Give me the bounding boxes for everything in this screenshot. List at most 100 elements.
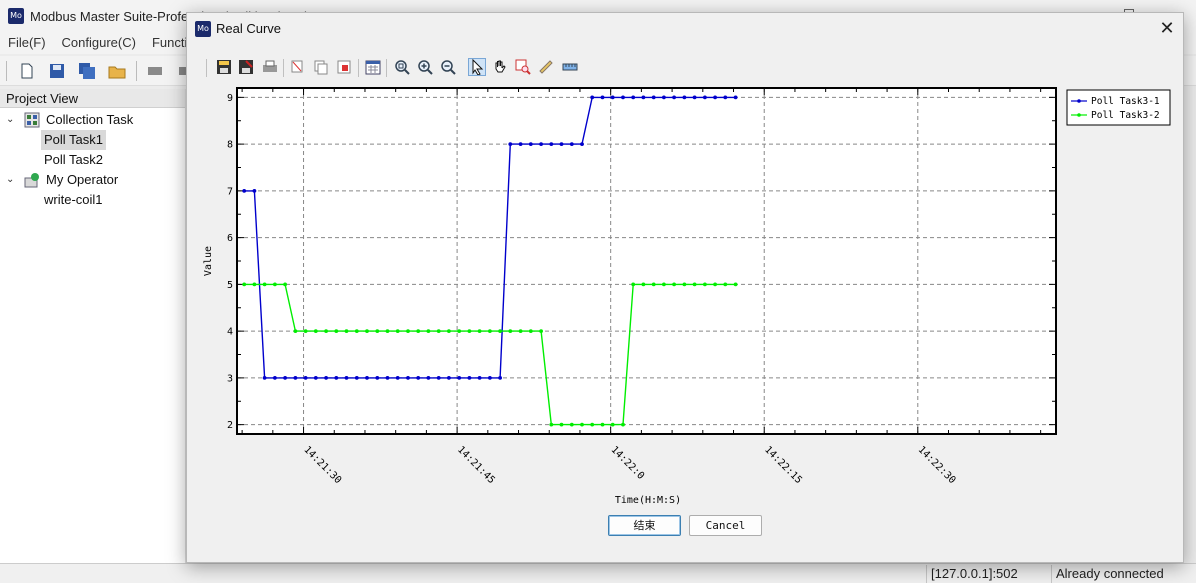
series-2-point [518, 329, 523, 333]
calendar-icon[interactable] [364, 58, 382, 76]
y-tick-label: 9 [227, 93, 233, 104]
tree-item-label: My Operator [46, 172, 119, 187]
tree-item-poll-task2[interactable]: Poll Task2 [0, 150, 186, 170]
chevron-down-icon[interactable]: ⌄ [6, 170, 18, 190]
series-2-point [385, 329, 390, 333]
scale-icon[interactable] [561, 58, 579, 76]
pointer-icon[interactable] [468, 58, 486, 76]
y-tick-label: 7 [227, 186, 233, 197]
tree-item-label: write-coil1 [44, 192, 103, 207]
save-data-icon[interactable] [215, 58, 233, 76]
zoom-out-icon[interactable] [439, 58, 457, 76]
series-1-point [651, 95, 656, 100]
series-2-point [354, 329, 359, 333]
series-1-point [313, 376, 318, 380]
tree-item-label: Poll Task1 [41, 130, 107, 150]
real-curve-chart[interactable]: 2 3 4 5 6 7 8 9 14:21:30 14:21:45 14:22:0 14:22:15 1… [187, 83, 1183, 513]
tree-item-poll-task1[interactable]: Poll Task1 [0, 130, 186, 150]
series-2-point [344, 329, 349, 333]
series-1-point [293, 376, 298, 380]
series-1-point [324, 376, 328, 380]
tree-item-write-coil1[interactable]: write-coil1 [0, 190, 186, 210]
series-2-point [610, 422, 615, 427]
series-1-point [477, 376, 482, 380]
series-1-point [447, 376, 451, 380]
duplicate-icon[interactable] [312, 58, 330, 76]
open-folder-icon[interactable] [108, 62, 126, 80]
series-2-point [293, 329, 298, 333]
connect-icon[interactable] [146, 62, 164, 80]
series-2-point [672, 282, 676, 287]
chevron-down-icon[interactable]: ⌄ [6, 110, 18, 130]
close-icon[interactable]: ✕ [1155, 17, 1179, 41]
new-file-icon[interactable] [18, 62, 36, 80]
series-1-point [682, 95, 687, 100]
series-2-point [283, 282, 287, 287]
cancel-button[interactable]: Cancel [689, 515, 762, 536]
series-1-point [590, 95, 595, 100]
series-1-point [385, 376, 390, 380]
series-1-point [508, 142, 513, 146]
status-connection: Already connected [1051, 565, 1196, 583]
save-icon[interactable] [48, 62, 66, 80]
save-image-icon[interactable] [237, 58, 255, 76]
save-all-icon[interactable] [78, 62, 96, 80]
x-tick-label: 14:22:15 [762, 444, 804, 486]
finish-button[interactable]: 结束 [608, 515, 681, 536]
series-2-point [242, 282, 247, 287]
series-1-point [303, 376, 308, 380]
series-2-point [273, 282, 277, 287]
series-2-point [508, 329, 513, 333]
series-1-point [375, 376, 380, 380]
series-2-point [334, 329, 339, 333]
series-1-point [600, 95, 605, 100]
series-1-point [416, 376, 421, 380]
series-1-point [580, 142, 584, 146]
zoom-fit-icon[interactable] [393, 58, 411, 76]
status-address: [127.0.0.1]:502 [926, 565, 1050, 583]
x-tick-label: 14:22:0 [609, 444, 647, 482]
export-icon[interactable] [335, 58, 353, 76]
series-1-point [559, 142, 564, 146]
series-2-point [303, 329, 308, 333]
tree-item-collection-task[interactable]: ⌄ Collection Task [0, 110, 186, 130]
series-1-point [436, 376, 441, 380]
series-2-point [426, 329, 431, 333]
series-1-point [528, 142, 533, 146]
y-tick-label: 4 [227, 327, 233, 338]
y-tick-label: 8 [227, 140, 233, 151]
series-1-point [662, 95, 666, 100]
series-2-point [651, 282, 656, 287]
real-curve-dialog: Mo Real Curve ✕ 2 3 4 5 6 7 8 9 14:21:30 14:21:45… [186, 12, 1184, 563]
series-2-point [641, 282, 646, 287]
zoom-rect-icon[interactable] [514, 58, 532, 76]
y-tick-label: 6 [227, 233, 233, 244]
series-2-point [498, 329, 502, 333]
series-1-point [713, 95, 717, 100]
measure-ruler-icon[interactable] [537, 58, 555, 76]
series-1-point [569, 142, 574, 146]
print-icon[interactable] [261, 58, 279, 76]
operator-icon [24, 173, 39, 188]
legend-label-series-1: Poll Task3-1 [1091, 96, 1160, 107]
pan-hand-icon[interactable] [491, 58, 509, 76]
series-1-point [242, 189, 247, 193]
series-2-point [467, 329, 472, 333]
series-1-point [692, 95, 697, 100]
tree-item-my-operator[interactable]: ⌄ My Operator [0, 170, 186, 190]
series-1-point [344, 376, 349, 380]
legend-label-series-2: Poll Task3-2 [1091, 110, 1160, 121]
dialog-logo-icon: Mo [195, 21, 211, 37]
series-2-point [723, 282, 728, 287]
menu-configure[interactable]: Configure(C) [54, 32, 144, 54]
copy-icon[interactable] [289, 58, 307, 76]
series-1-point [733, 95, 738, 100]
series-2-point [252, 282, 257, 287]
series-1-point [283, 376, 287, 380]
dialog-titlebar: Mo Real Curve ✕ [187, 13, 1183, 45]
series-1-point [539, 142, 543, 146]
zoom-in-icon[interactable] [416, 58, 434, 76]
series-1-point [723, 95, 728, 100]
series-1-point [426, 376, 431, 380]
menu-file[interactable]: File(F) [0, 32, 54, 54]
